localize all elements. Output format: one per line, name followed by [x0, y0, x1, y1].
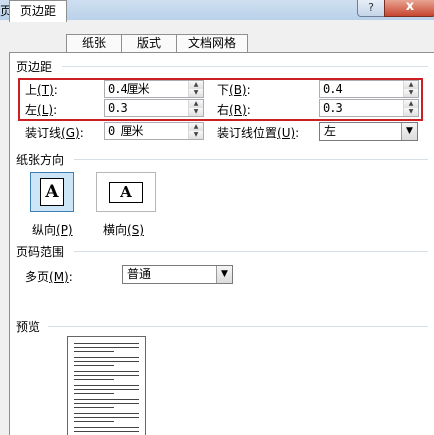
preview-text-line: [74, 417, 139, 418]
preview-text-line: [74, 379, 114, 380]
chevron-down-icon[interactable]: ▼: [216, 266, 232, 283]
multiple-pages-select[interactable]: 普通 ▼: [122, 265, 233, 284]
multiple-pages-value: 普通: [127, 267, 152, 281]
preview-text-line: [74, 421, 114, 422]
gutter-spinner[interactable]: 0 厘米 ▲ ▼: [104, 122, 204, 140]
left-margin-label: 左(L):: [25, 103, 58, 117]
gutter-position-label: 装订线位置(U):: [217, 126, 300, 140]
tab-paper[interactable]: 纸张: [66, 34, 122, 52]
preview-divider: [48, 326, 428, 327]
top-margin-spinner[interactable]: 0.4厘米 ▲ ▼: [104, 80, 204, 98]
preview-text-line: [74, 403, 139, 404]
portrait-label: 纵向(P): [32, 223, 73, 237]
bottom-margin-spinner[interactable]: 0.4 ▲ ▼: [319, 80, 419, 98]
right-margin-value[interactable]: 0.3: [323, 100, 343, 116]
preview-text-line: [74, 351, 114, 352]
left-margin-down-arrow-icon[interactable]: ▼: [189, 108, 203, 116]
preview-text-line: [74, 385, 139, 386]
orientation-group-label: 纸张方向: [16, 153, 65, 167]
preview-group-label: 预览: [16, 320, 41, 334]
gutter-label: 装订线(G):: [25, 126, 84, 140]
page-range-divider: [74, 251, 428, 252]
preview-text-line: [74, 431, 139, 432]
top-margin-down-arrow-icon[interactable]: ▼: [189, 89, 203, 97]
preview-text-line: [74, 365, 114, 366]
page-range-group-label: 页码范围: [16, 245, 65, 259]
top-margin-label: 上(T):: [25, 83, 58, 97]
preview-text-line: [74, 371, 139, 372]
bottom-margin-label: 下(B):: [217, 83, 251, 97]
preview-text-line: [74, 399, 139, 400]
margins-group-label: 页边距: [16, 60, 53, 74]
left-margin-value[interactable]: 0.3: [108, 100, 128, 116]
landscape-label: 横向(S): [103, 223, 144, 237]
bottom-margin-up-arrow-icon[interactable]: ▲: [404, 81, 418, 89]
preview-text-line: [74, 413, 139, 414]
preview-text-line: [74, 375, 139, 376]
right-margin-label: 右(R):: [217, 103, 251, 117]
bottom-margin-value[interactable]: 0.4: [323, 81, 343, 97]
gutter-up-arrow-icon[interactable]: ▲: [189, 123, 203, 131]
margins-divider: [62, 66, 428, 67]
chevron-down-icon[interactable]: ▼: [401, 123, 417, 140]
gutter-position-value: 左: [324, 124, 337, 138]
preview-text-line: [74, 361, 139, 362]
preview-text-line: [74, 347, 139, 348]
bottom-margin-down-arrow-icon[interactable]: ▼: [404, 89, 418, 97]
orientation-divider: [74, 159, 428, 160]
preview-page: [67, 336, 146, 435]
landscape-page-icon: A: [109, 182, 143, 203]
gutter-value[interactable]: 0 厘米: [108, 123, 143, 139]
preview-text-line: [74, 407, 114, 408]
left-margin-up-arrow-icon[interactable]: ▲: [189, 100, 203, 108]
left-margin-spinner[interactable]: 0.3 ▲ ▼: [104, 99, 204, 117]
preview-text-line: [74, 389, 139, 390]
tab-document-grid[interactable]: 文档网格: [176, 34, 248, 52]
multiple-pages-label: 多页(M):: [25, 270, 73, 284]
right-margin-down-arrow-icon[interactable]: ▼: [404, 108, 418, 116]
gutter-down-arrow-icon[interactable]: ▼: [189, 131, 203, 139]
right-margin-spinner[interactable]: 0.3 ▲ ▼: [319, 99, 419, 117]
preview-text-line: [74, 427, 139, 428]
preview-text-line: [74, 357, 139, 358]
top-margin-up-arrow-icon[interactable]: ▲: [189, 81, 203, 89]
top-margin-value[interactable]: 0.4厘米: [108, 81, 150, 97]
right-margin-up-arrow-icon[interactable]: ▲: [404, 100, 418, 108]
gutter-position-select[interactable]: 左 ▼: [319, 122, 418, 141]
tab-layout[interactable]: 版式: [121, 34, 177, 52]
tab-margins[interactable]: 页边距: [9, 0, 67, 22]
preview-text-line: [74, 343, 139, 344]
landscape-option[interactable]: A: [96, 172, 156, 212]
portrait-page-icon: A: [40, 178, 64, 206]
preview-text-line: [74, 393, 114, 394]
portrait-option[interactable]: A: [30, 172, 74, 212]
close-button[interactable]: x: [384, 0, 434, 17]
help-button[interactable]: ?: [357, 0, 385, 17]
